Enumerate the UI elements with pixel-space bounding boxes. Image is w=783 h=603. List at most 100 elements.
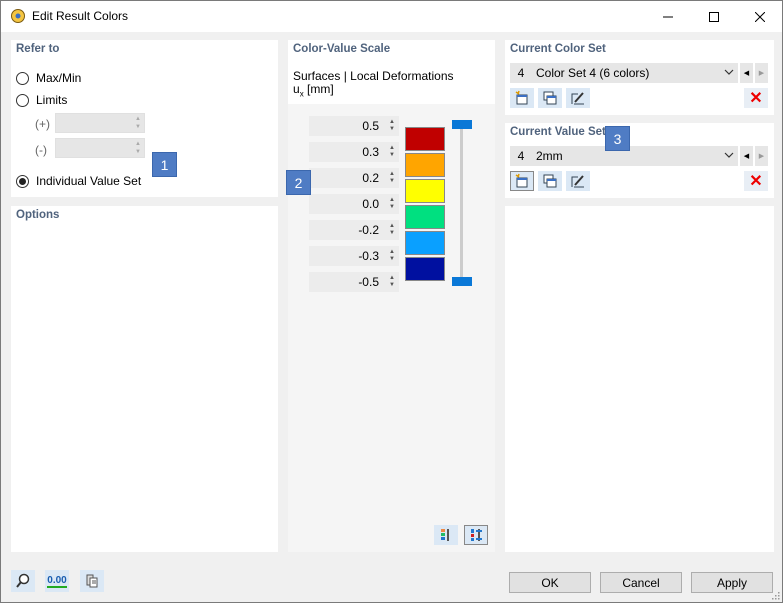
spin-up-icon[interactable]: ▲: [135, 116, 141, 123]
value-set-title: Current Value Set: [510, 126, 606, 138]
options-title: Options: [16, 209, 60, 221]
scale-value-input[interactable]: -0.2 ▲ ▼: [309, 220, 399, 240]
copy-icon: [543, 91, 557, 105]
callout-badge-3: 3: [605, 126, 630, 151]
scale-value: 0.0: [362, 197, 379, 211]
delete-value-set-button[interactable]: ✕: [744, 171, 768, 191]
color-swatch[interactable]: [405, 179, 445, 203]
current-value-set-panel: Current Value Set 4 2mm ◀ ▶ ✕: [505, 123, 774, 198]
value-set-details-panel: [505, 206, 774, 552]
value-set-number: 4: [517, 149, 525, 163]
edit-color-set-button[interactable]: [566, 88, 590, 108]
edit-icon: [571, 175, 584, 188]
color-set-number: 4: [517, 66, 525, 80]
app-icon: [11, 9, 25, 23]
plus-limit-input[interactable]: ▲ ▼: [55, 113, 145, 133]
scale-value: -0.2: [358, 223, 379, 237]
radio-button-checked[interactable]: [16, 174, 29, 188]
color-set-prev-button[interactable]: ◀: [740, 63, 753, 83]
color-swatch[interactable]: [405, 257, 445, 281]
plus-limit-label: (+): [35, 117, 50, 131]
spinner-icon[interactable]: ▲ ▼: [389, 119, 395, 133]
callout-badge-2: 2: [286, 170, 311, 195]
new-color-set-button[interactable]: [510, 88, 534, 108]
maximize-button[interactable]: [691, 1, 737, 32]
refer-to-panel: Refer to Max/Min Limits (+) ▲ ▼ (-) ▲ ▼ …: [11, 40, 278, 197]
color-swatch[interactable]: [405, 231, 445, 255]
apply-button[interactable]: Apply: [691, 572, 773, 593]
scale-value-input[interactable]: 0.2 ▲ ▼: [309, 168, 399, 188]
scale-value: 0.2: [362, 171, 379, 185]
spin-up-icon[interactable]: ▲: [135, 141, 141, 148]
color-swatch[interactable]: [405, 127, 445, 151]
minus-limit-label: (-): [35, 143, 47, 157]
arrow-right-icon: ▶: [758, 153, 765, 160]
scale-value-input[interactable]: 0.0 ▲ ▼: [309, 194, 399, 214]
color-swatch[interactable]: [405, 205, 445, 229]
spinner-icon[interactable]: ▲ ▼: [389, 275, 395, 289]
callout-badge-1: 1: [152, 152, 177, 177]
minimize-button[interactable]: [645, 1, 691, 32]
minimize-icon: [663, 16, 673, 17]
title-bar: Edit Result Colors: [1, 1, 782, 32]
spinner-icon[interactable]: ▲ ▼: [389, 145, 395, 159]
radio-max-min[interactable]: Max/Min: [16, 71, 81, 85]
close-icon: [755, 11, 765, 22]
current-color-set-panel: Current Color Set 4 Color Set 4 (6 color…: [505, 40, 774, 115]
color-value-scale-panel: Color-Value Scale Surfaces | Local Defor…: [288, 40, 495, 552]
copy-icon: [543, 174, 557, 188]
close-button[interactable]: [737, 1, 783, 32]
delete-color-set-button[interactable]: ✕: [744, 88, 768, 108]
options-panel: Options: [11, 206, 278, 552]
value-set-next-button[interactable]: ▶: [755, 146, 768, 166]
value-set-prev-button[interactable]: ◀: [740, 146, 753, 166]
edit-value-set-button[interactable]: [566, 171, 590, 191]
chevron-down-icon: [724, 152, 734, 158]
scale-value-input[interactable]: -0.5 ▲ ▼: [309, 272, 399, 292]
scale-value-input[interactable]: 0.3 ▲ ▼: [309, 142, 399, 162]
color-swatch[interactable]: [405, 153, 445, 177]
help-button[interactable]: [11, 570, 35, 592]
ok-button[interactable]: OK: [509, 572, 591, 593]
search-help-icon: [16, 573, 30, 588]
radio-individual-value-set[interactable]: Individual Value Set: [16, 174, 141, 188]
scale-value-input[interactable]: 0.5 ▲ ▼: [309, 116, 399, 136]
cancel-button[interactable]: Cancel: [600, 572, 682, 593]
color-set-next-button[interactable]: ▶: [755, 63, 768, 83]
radio-limits[interactable]: Limits: [16, 93, 67, 107]
unit-symbol: u: [293, 82, 300, 96]
radio-label: Individual Value Set: [36, 174, 142, 188]
slider-handle-top[interactable]: [452, 120, 472, 129]
units-button[interactable]: 0.00: [45, 570, 69, 592]
settings-file-button[interactable]: [80, 570, 104, 592]
radio-button[interactable]: [16, 71, 29, 85]
resize-grip-icon[interactable]: [770, 590, 780, 600]
spin-down-icon[interactable]: ▼: [135, 149, 141, 156]
value-set-name: 2mm: [536, 149, 563, 163]
document-icon: [86, 574, 98, 588]
arrow-left-icon: ◀: [743, 153, 750, 160]
radio-button[interactable]: [16, 93, 29, 107]
spinner-icon[interactable]: ▲ ▼: [389, 249, 395, 263]
scale-slider-button[interactable]: [464, 525, 488, 545]
scale-value: 0.5: [362, 119, 379, 133]
spinner-icon[interactable]: ▲ ▼: [389, 171, 395, 185]
refer-to-title: Refer to: [16, 43, 60, 55]
minus-limit-input[interactable]: ▲ ▼: [55, 138, 145, 158]
spinner-icon[interactable]: ▲ ▼: [389, 223, 395, 237]
color-set-title: Current Color Set: [510, 43, 606, 55]
new-value-set-button[interactable]: [510, 171, 534, 191]
scale-value-input[interactable]: -0.3 ▲ ▼: [309, 246, 399, 266]
slider-handle-bottom[interactable]: [452, 277, 472, 286]
arrow-left-icon: ◀: [743, 70, 750, 77]
spin-down-icon[interactable]: ▼: [135, 124, 141, 131]
copy-color-set-button[interactable]: [538, 88, 562, 108]
color-set-dropdown[interactable]: 4 Color Set 4 (6 colors): [510, 63, 738, 83]
delete-icon: ✕: [749, 173, 763, 190]
copy-value-set-button[interactable]: [538, 171, 562, 191]
scale-distribute-button[interactable]: [434, 525, 458, 545]
scale-area: 0.5 ▲ ▼ 0.3 ▲ ▼ 0.2 ▲ ▼ 0.0 ▲ ▼ -0.2 ▲ ▼ -0.3…: [288, 104, 495, 552]
spinner-icon[interactable]: ▲ ▼: [389, 197, 395, 211]
radio-label: Max/Min: [36, 71, 82, 85]
unit-subscript: x: [299, 89, 304, 99]
